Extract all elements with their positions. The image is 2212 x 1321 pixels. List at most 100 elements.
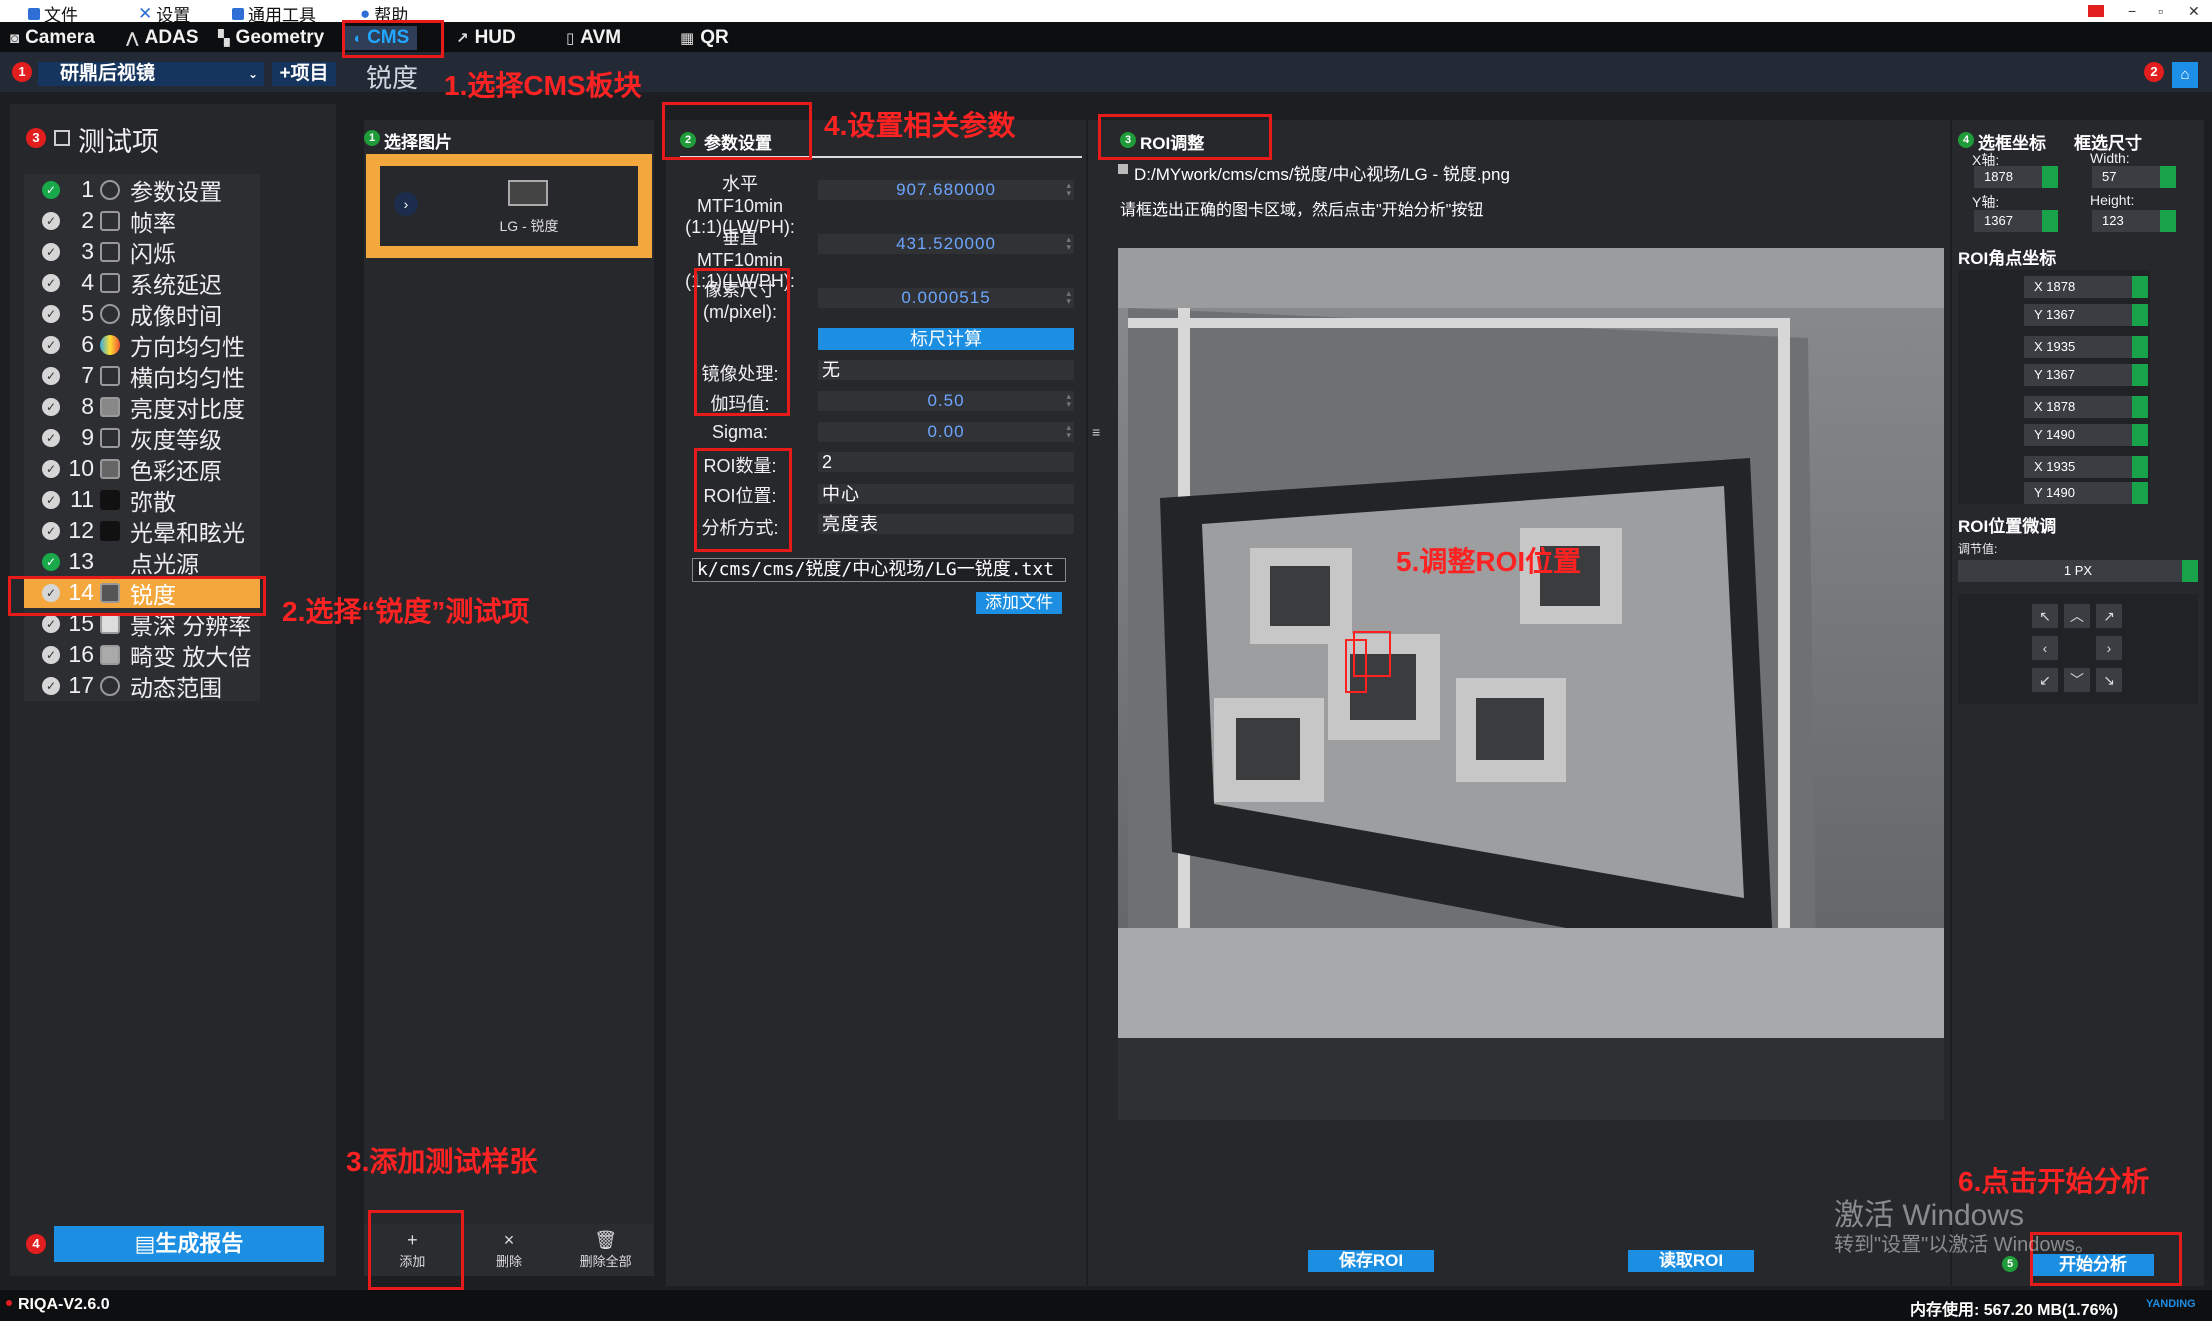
test-item-framerate[interactable]: ✓ 2 帧率: [24, 205, 260, 236]
corner-title: ROI角点坐标: [1958, 249, 2057, 268]
gamma-input[interactable]: 0.50 ▴ ▾: [818, 391, 1074, 411]
image-panel-title: 选择图片: [384, 133, 452, 152]
arrow-left-button[interactable]: ‹: [2032, 636, 2058, 660]
spinner-icon[interactable]: [2160, 166, 2176, 188]
spinner-icon[interactable]: ▴ ▾: [1066, 289, 1072, 306]
arrow-up-button[interactable]: ︿: [2064, 604, 2090, 628]
chevron-right-icon: ›: [394, 192, 418, 216]
delete-image-button[interactable]: × 删除: [461, 1224, 558, 1276]
home-button[interactable]: ⌂: [2172, 62, 2198, 88]
spinner-icon[interactable]: [2132, 336, 2148, 358]
test-item-grayscale[interactable]: ✓ 9 灰度等级: [24, 422, 260, 453]
spinner-icon[interactable]: ▴ ▾: [1066, 235, 1072, 252]
generate-report-button[interactable]: ▤生成报告: [54, 1226, 324, 1262]
arrow-down-right-button[interactable]: ↘: [2096, 668, 2122, 692]
spinner-icon[interactable]: ▴ ▾: [1066, 392, 1072, 409]
test-item-imaging-time[interactable]: ✓ 5 成像时间: [24, 298, 260, 329]
test-item-glare[interactable]: ✓ 12 光晕和眩光: [24, 515, 260, 546]
spinner-icon[interactable]: [2132, 364, 2148, 386]
tab-camera[interactable]: ◙ Camera: [10, 26, 95, 50]
roi-count-input[interactable]: 2: [818, 452, 1074, 472]
corner-1-x[interactable]: X 1878: [2024, 276, 2148, 298]
method-select[interactable]: 亮度表: [818, 514, 1074, 534]
image-card-selected[interactable]: › LG - 锐度: [366, 154, 652, 258]
height-input[interactable]: 123: [2092, 210, 2176, 232]
arrow-down-button[interactable]: ﹀: [2064, 668, 2090, 692]
roi-position-select[interactable]: 中心: [818, 484, 1074, 504]
test-item-point-light[interactable]: ✓ 13 点光源: [24, 546, 260, 577]
arrow-up-left-button[interactable]: ↖: [2032, 604, 2058, 628]
v-mtf-input[interactable]: 431.520000 ▴ ▾: [818, 234, 1074, 254]
close-window-button[interactable]: ✕: [2188, 3, 2200, 20]
tab-qr[interactable]: ▦ QR: [680, 26, 729, 50]
collapse-handle-icon[interactable]: ≡: [1092, 424, 1100, 440]
test-item-flicker[interactable]: ✓ 3 闪烁: [24, 236, 260, 267]
test-items-list: ✓ 1 参数设置 ✓ 2 帧率 ✓ 3 闪烁 ✓ 4 系统延迟 ✓ 5 成像时间 ✓ 6 方向均匀性 ✓…: [24, 174, 260, 701]
corner-2-y[interactable]: Y 1367: [2024, 364, 2148, 386]
test-item-params[interactable]: ✓ 1 参数设置: [24, 174, 260, 205]
file-icon: [28, 7, 40, 20]
mirror-select[interactable]: 无: [818, 360, 1074, 380]
spinner-icon[interactable]: [2042, 210, 2058, 232]
y-input[interactable]: 1367: [1974, 210, 2058, 232]
x-input[interactable]: 1878: [1974, 166, 2058, 188]
spinner-icon[interactable]: [2132, 424, 2148, 446]
corner-3-y[interactable]: Y 1490: [2024, 424, 2148, 446]
test-item-lateral-uniformity[interactable]: ✓ 7 横向均匀性: [24, 360, 260, 391]
tab-avm[interactable]: ▯ AVM: [566, 26, 621, 50]
pixel-size-input[interactable]: 0.0000515 ▴ ▾: [818, 288, 1074, 308]
section-badge-5: 5: [2002, 1256, 2018, 1272]
spinner-icon[interactable]: [2160, 210, 2176, 232]
corner-4-x[interactable]: X 1935: [2024, 456, 2148, 478]
sigma-input[interactable]: 0.00 ▴ ▾: [818, 422, 1074, 442]
spinner-icon[interactable]: ▴ ▾: [1066, 423, 1072, 440]
arrow-up-right-button[interactable]: ↗: [2096, 604, 2122, 628]
corner-4-y[interactable]: Y 1490: [2024, 482, 2148, 504]
test-item-contrast[interactable]: ✓ 8 亮度对比度: [24, 391, 260, 422]
h-mtf-input[interactable]: 907.680000 ▴ ▾: [818, 180, 1074, 200]
spinner-icon[interactable]: [2132, 482, 2148, 504]
maximize-button[interactable]: ▫: [2158, 3, 2163, 19]
clock-icon: [100, 303, 120, 324]
test-item-diffusion[interactable]: ✓ 11 弥散: [24, 484, 260, 515]
delete-all-button[interactable]: 🗑 删除全部: [557, 1224, 654, 1276]
step-select[interactable]: 1 PX: [1958, 560, 2198, 582]
test-item-direction-uniformity[interactable]: ✓ 6 方向均匀性: [24, 329, 260, 360]
file-path-field[interactable]: k/cms/cms/锐度/中心视场/LG一锐度.txt: [692, 558, 1066, 582]
spinner-icon[interactable]: [2132, 456, 2148, 478]
check-icon: ✓: [42, 397, 60, 416]
spinner-icon[interactable]: [2132, 396, 2148, 418]
spinner-icon[interactable]: [2182, 560, 2198, 582]
read-roi-button[interactable]: 读取ROI: [1628, 1250, 1754, 1272]
step-label: 调节值:: [1958, 542, 1998, 556]
project-select[interactable]: 研鼎后视镜 ⌄: [38, 62, 264, 86]
add-project-button[interactable]: +项目: [272, 62, 336, 86]
test-item-dynamic-range[interactable]: ✓ 17 动态范围: [24, 670, 260, 701]
width-input[interactable]: 57: [2092, 166, 2176, 188]
corner-1-y[interactable]: Y 1367: [2024, 304, 2148, 326]
add-file-button[interactable]: 添加文件: [976, 592, 1062, 614]
test-item-distortion[interactable]: ✓ 16 畸变 放大倍: [24, 639, 260, 670]
arrow-down-left-button[interactable]: ↙: [2032, 668, 2058, 692]
tab-hud[interactable]: ↗ HUD: [456, 26, 516, 50]
language-flag-icon[interactable]: [2088, 5, 2104, 17]
grid-icon: [100, 365, 120, 386]
corner-3-x[interactable]: X 1878: [2024, 396, 2148, 418]
corner-2-x[interactable]: X 1935: [2024, 336, 2148, 358]
minimize-button[interactable]: −: [2128, 3, 2136, 19]
spinner-icon[interactable]: ▴ ▾: [1066, 181, 1072, 198]
scale-calc-button[interactable]: 标尺计算: [818, 328, 1074, 350]
spinner-icon[interactable]: [2132, 304, 2148, 326]
arrow-right-button[interactable]: ›: [2096, 636, 2122, 660]
roi-image-canvas[interactable]: [1118, 248, 1944, 1120]
test-item-latency[interactable]: ✓ 4 系统延迟: [24, 267, 260, 298]
spinner-icon[interactable]: [2042, 166, 2058, 188]
chart-square-br-inner: [1476, 698, 1544, 760]
spinner-icon[interactable]: [2132, 276, 2148, 298]
module-tabbar: ◙ Camera ⋀ ADAS ▚ Geometry ◖ CMS ↗ HUD ▯ AVM ▦…: [0, 22, 2212, 52]
test-item-color[interactable]: ✓ 10 色彩还原: [24, 453, 260, 484]
tab-geometry[interactable]: ▚ Geometry: [218, 26, 324, 50]
check-icon: ✓: [42, 180, 60, 199]
tab-adas[interactable]: ⋀ ADAS: [126, 26, 199, 50]
save-roi-button[interactable]: 保存ROI: [1308, 1250, 1434, 1272]
